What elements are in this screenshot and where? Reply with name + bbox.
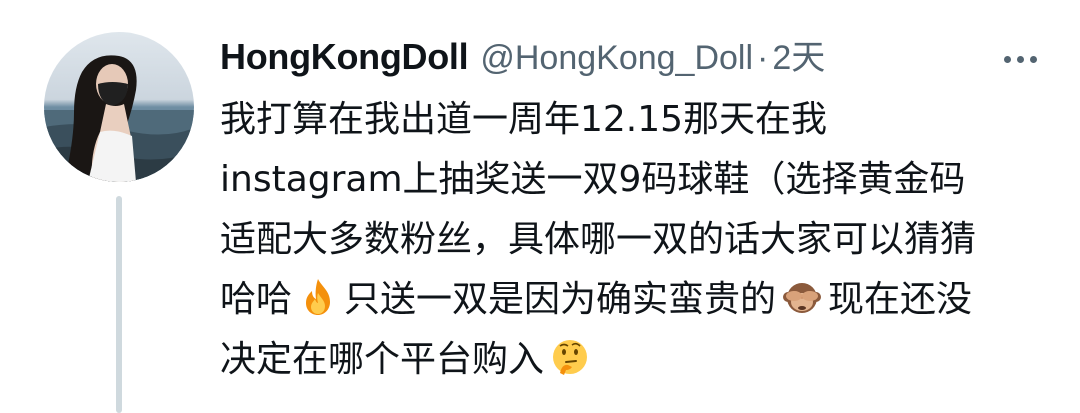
user-handle[interactable]: @HongKong_Doll [480, 31, 753, 85]
timestamp[interactable]: 2天 [772, 31, 825, 85]
thread-connector-line [116, 196, 122, 413]
avatar-image [44, 32, 194, 182]
tweet-text: 我打算在我出道一周年12.15那天在我instagram上抽奖送一双9码球鞋（选… [220, 90, 980, 390]
fire-emoji-icon [306, 279, 331, 315]
tweet-header: HongKongDoll @HongKong_Doll · 2天 [220, 30, 1050, 84]
see-no-evil-monkey-icon [783, 283, 822, 313]
thinking-face-icon [553, 340, 588, 375]
avatar[interactable] [44, 32, 194, 182]
separator-dot: · [757, 39, 769, 77]
display-name[interactable]: HongKongDoll [220, 30, 469, 84]
tweet-card[interactable]: HongKongDoll @HongKong_Doll · 2天 我打算在我出道… [0, 0, 1080, 413]
tweet-text-part2: 只送一双是因为确实蛮贵的 [344, 279, 777, 320]
more-options-icon[interactable] [990, 44, 1050, 74]
tweet-content: HongKongDoll @HongKong_Doll · 2天 我打算在我出道… [220, 30, 1050, 390]
